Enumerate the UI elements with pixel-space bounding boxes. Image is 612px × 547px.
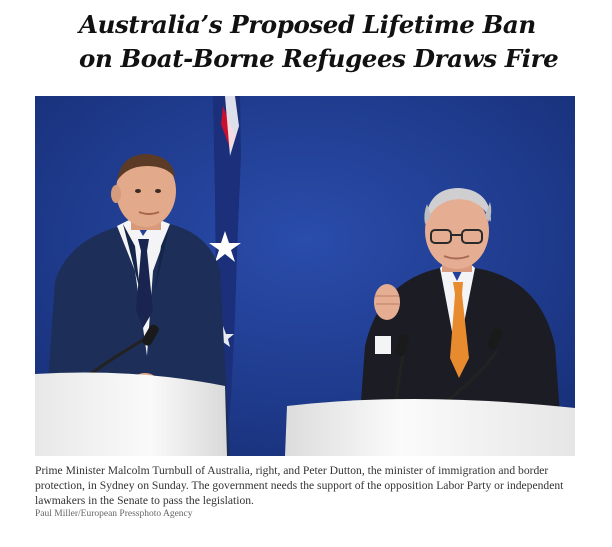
article-headline: Australia’s Proposed Lifetime Ban on Boa… [79,8,579,76]
headline-line-1: Australia’s Proposed Lifetime Ban [79,10,536,39]
right-podium [285,398,575,456]
left-podium [35,372,227,456]
headline-line-2: on Boat-Borne Refugees Draws Fire [79,44,559,73]
photo-credit: Paul Miller/European Pressphoto Agency [35,509,193,519]
article-photo [35,96,575,456]
photo-caption: Prime Minister Malcolm Turnbull of Austr… [35,464,564,507]
